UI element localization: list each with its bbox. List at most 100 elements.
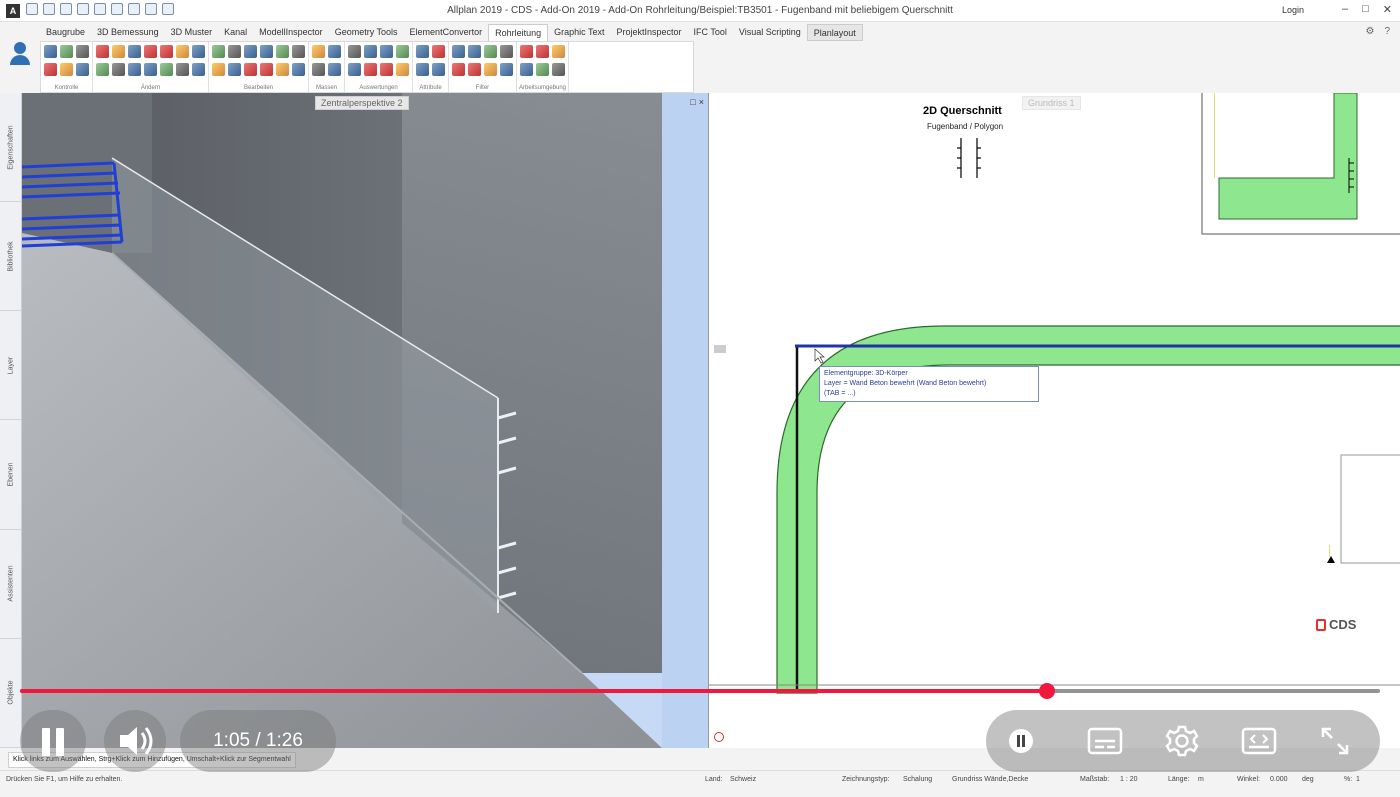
ribbon-tool-icon[interactable] [60, 63, 73, 76]
ribbon-tool-icon[interactable] [468, 63, 481, 76]
status-percent-value[interactable]: 1 [1356, 776, 1360, 783]
ribbon-tool-icon[interactable] [520, 45, 533, 58]
status-land-value[interactable]: Schweiz [730, 776, 756, 783]
close-view-icon[interactable]: × [699, 97, 704, 107]
ribbon-tool-icon[interactable] [328, 63, 341, 76]
help-icon[interactable]: ? [1384, 26, 1390, 37]
ribbon-tool-icon[interactable] [364, 63, 377, 76]
tab-planlayout[interactable]: Planlayout [806, 24, 863, 41]
ribbon-tool-icon[interactable] [500, 63, 513, 76]
tab-projektinspector[interactable]: ProjektInspector [610, 24, 687, 41]
ribbon-tool-icon[interactable] [484, 45, 497, 58]
ribbon-tool-icon[interactable] [160, 63, 173, 76]
tab-rohrleitung[interactable]: Rohrleitung [488, 24, 549, 41]
ribbon-tool-icon[interactable] [96, 63, 109, 76]
pause-button-small[interactable] [1002, 722, 1040, 760]
ribbon-tool-icon[interactable] [176, 45, 189, 58]
theater-mode-button[interactable] [1240, 722, 1278, 760]
user-avatar[interactable] [0, 36, 40, 92]
ribbon-tool-icon[interactable] [536, 63, 549, 76]
tab-ifc-tool[interactable]: IFC Tool [688, 24, 733, 41]
ribbon-tool-icon[interactable] [212, 45, 225, 58]
ribbon-tool-icon[interactable] [96, 45, 109, 58]
ribbon-tool-icon[interactable] [396, 45, 409, 58]
ribbon-tool-icon[interactable] [452, 63, 465, 76]
ribbon-tool-icon[interactable] [276, 45, 289, 58]
ribbon-tool-icon[interactable] [144, 45, 157, 58]
ribbon-tool-icon[interactable] [380, 45, 393, 58]
ribbon-tool-icon[interactable] [44, 63, 57, 76]
ribbon-tool-icon[interactable] [228, 45, 241, 58]
login-link[interactable]: Login [1282, 5, 1304, 15]
sidebar-tab-eigenschaften[interactable]: Eigenschaften [0, 93, 22, 203]
status-type-value[interactable]: Schalung [903, 776, 932, 783]
ribbon-tool-icon[interactable] [128, 45, 141, 58]
sidebar-tab-objekte[interactable]: Objekte [0, 639, 22, 748]
tab-graphic-text[interactable]: Graphic Text [548, 24, 610, 41]
settings-button[interactable] [1163, 722, 1201, 760]
ribbon-tool-icon[interactable] [244, 63, 257, 76]
tab-3d-muster[interactable]: 3D Muster [165, 24, 219, 41]
ribbon-tool-icon[interactable] [76, 63, 89, 76]
ribbon-tool-icon[interactable] [536, 45, 549, 58]
sidebar-tab-ebenen[interactable]: Ebenen [0, 421, 22, 530]
status-angle-value[interactable]: 0.000 [1270, 776, 1288, 783]
ribbon-tool-icon[interactable] [292, 45, 305, 58]
ribbon-tool-icon[interactable] [432, 45, 445, 58]
subtitles-button[interactable] [1086, 722, 1124, 760]
ribbon-tool-icon[interactable] [212, 63, 225, 76]
ribbon-tool-icon[interactable] [128, 63, 141, 76]
ribbon-tool-icon[interactable] [380, 63, 393, 76]
ribbon-tool-icon[interactable] [260, 63, 273, 76]
minimize-icon[interactable]: – [1342, 3, 1348, 16]
ribbon-tool-icon[interactable] [396, 63, 409, 76]
ribbon-tool-icon[interactable] [468, 45, 481, 58]
video-progress-bar[interactable] [20, 683, 1380, 699]
sidebar-tab-bibliothek[interactable]: Bibliothek [0, 202, 22, 312]
tab-modellinspector[interactable]: ModellInspector [253, 24, 329, 41]
close-icon[interactable]: ✕ [1383, 3, 1392, 16]
ribbon-tool-icon[interactable] [244, 45, 257, 58]
fullscreen-button[interactable] [1316, 722, 1354, 760]
ribbon-tool-icon[interactable] [364, 45, 377, 58]
perspective-viewport[interactable]: Zentralperspektive 2 □ × [22, 93, 708, 748]
ribbon-tool-icon[interactable] [500, 45, 513, 58]
ribbon-tool-icon[interactable] [112, 45, 125, 58]
tab-kanal[interactable]: Kanal [218, 24, 253, 41]
ribbon-tool-icon[interactable] [348, 63, 361, 76]
ribbon-tool-icon[interactable] [348, 45, 361, 58]
tab-geometry-tools[interactable]: Geometry Tools [329, 24, 404, 41]
settings-gear-icon[interactable]: ⚙ [1365, 26, 1374, 37]
ribbon-tool-icon[interactable] [112, 63, 125, 76]
sidebar-tab-assistenten[interactable]: Assistenten [0, 530, 22, 639]
maximize-icon[interactable]: □ [1362, 3, 1369, 16]
ribbon-tool-icon[interactable] [160, 45, 173, 58]
tab-elementconvertor[interactable]: ElementConvertor [404, 24, 489, 41]
ribbon-tool-icon[interactable] [452, 45, 465, 58]
ribbon-tool-icon[interactable] [228, 63, 241, 76]
volume-button[interactable] [104, 710, 166, 772]
ribbon-tool-icon[interactable] [432, 63, 445, 76]
ribbon-tool-icon[interactable] [60, 45, 73, 58]
ribbon-tool-icon[interactable] [192, 63, 205, 76]
tab-3d-bemessung[interactable]: 3D Bemessung [91, 24, 165, 41]
progress-scrubber[interactable] [1038, 683, 1055, 699]
sidebar-tab-layer[interactable]: Layer [0, 311, 22, 421]
status-scale-value[interactable]: 1 : 20 [1120, 776, 1138, 783]
ribbon-tool-icon[interactable] [416, 63, 429, 76]
ribbon-tool-icon[interactable] [552, 63, 565, 76]
ribbon-tool-icon[interactable] [144, 63, 157, 76]
plan-viewport[interactable]: Grundriss 1 2D Querschnitt Fugenband / P… [708, 93, 1400, 748]
ribbon-tool-icon[interactable] [76, 45, 89, 58]
ribbon-tool-icon[interactable] [312, 63, 325, 76]
ribbon-tool-icon[interactable] [520, 63, 533, 76]
ribbon-tool-icon[interactable] [44, 45, 57, 58]
ribbon-tool-icon[interactable] [328, 45, 341, 58]
ribbon-tool-icon[interactable] [416, 45, 429, 58]
tab-baugrube[interactable]: Baugrube [40, 24, 91, 41]
status-length-value[interactable]: m [1198, 776, 1204, 783]
pause-button[interactable] [20, 710, 86, 772]
ribbon-tool-icon[interactable] [312, 45, 325, 58]
tab-visual-scripting[interactable]: Visual Scripting [733, 24, 807, 41]
ribbon-tool-icon[interactable] [260, 45, 273, 58]
